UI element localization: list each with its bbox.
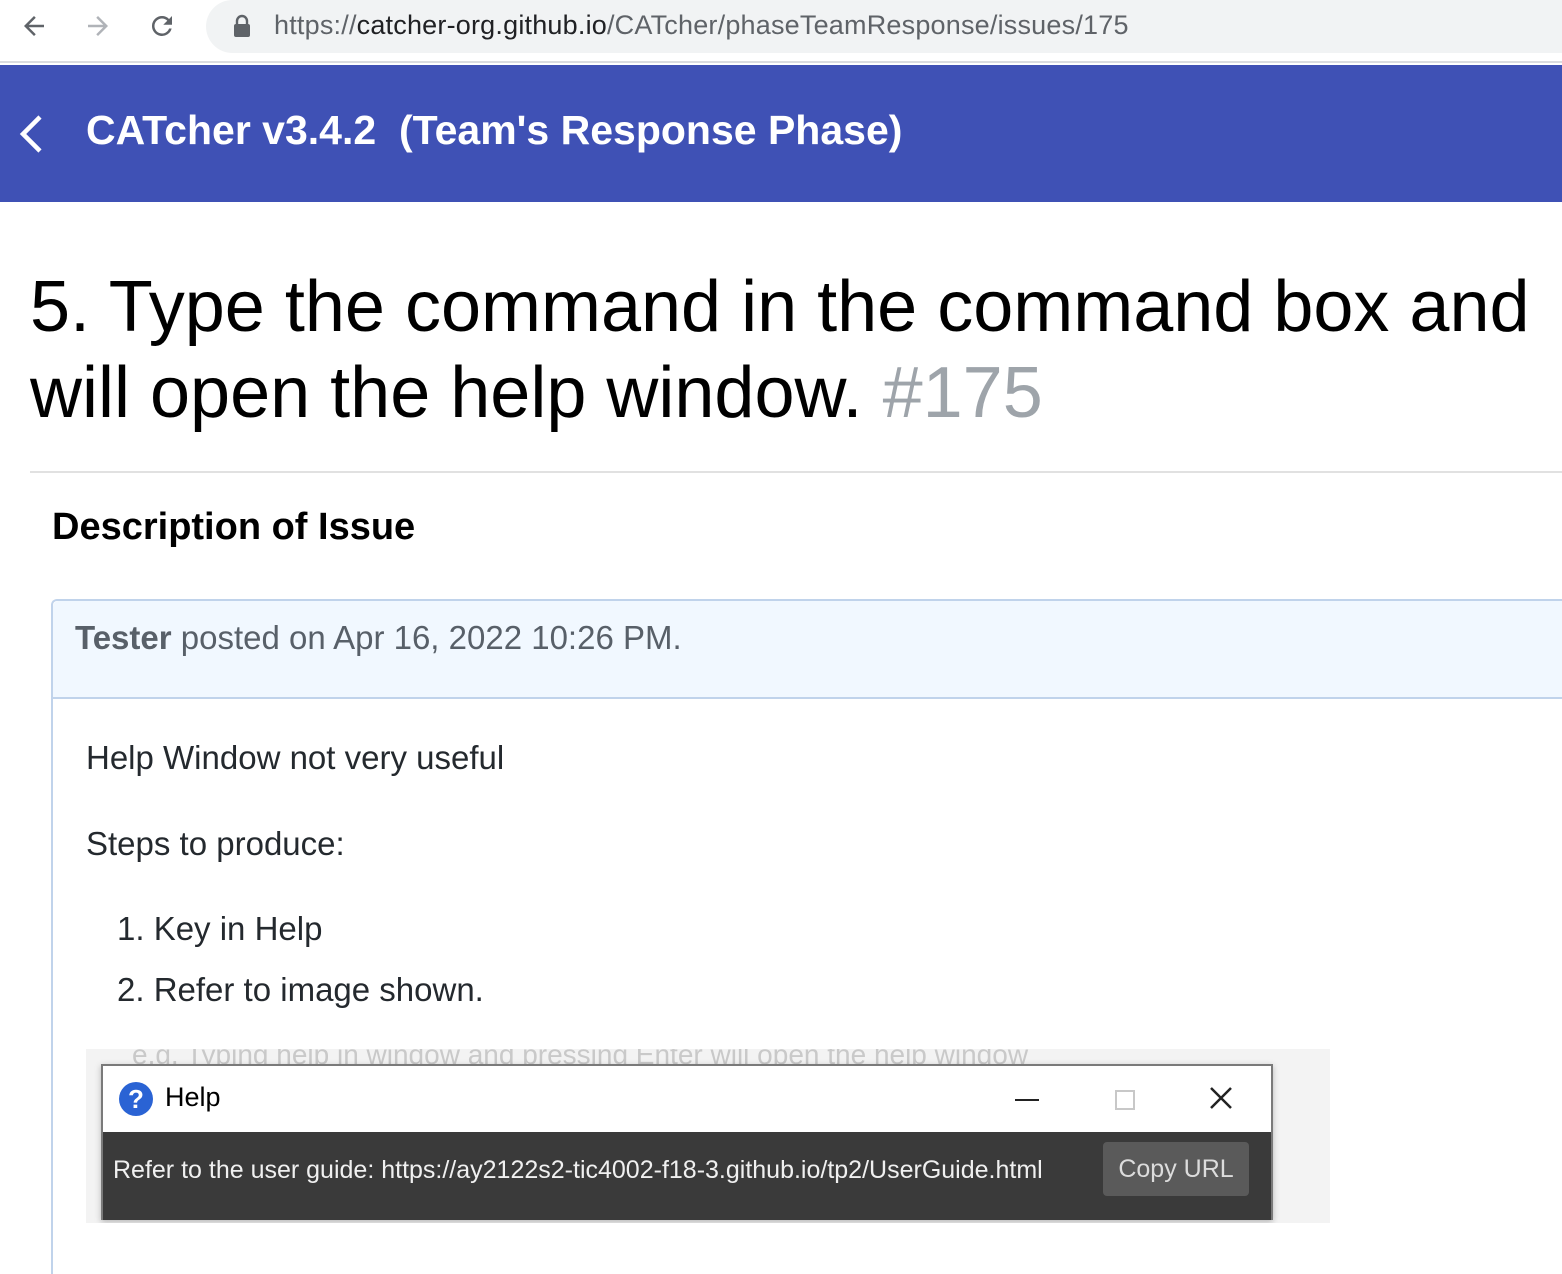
- browser-toolbar: https://catcher-org.github.io/CATcher/ph…: [0, 0, 1562, 63]
- chevron-left-icon[interactable]: [14, 111, 50, 157]
- maximize-icon: [1107, 1082, 1143, 1118]
- help-window-content: Refer to the user guide: https://ay2122s…: [103, 1132, 1271, 1220]
- help-window-titlebar: ? Help: [103, 1066, 1271, 1132]
- browser-forward-button[interactable]: [78, 6, 118, 46]
- url-scheme: https://: [274, 10, 357, 40]
- help-window-text: Refer to the user guide: https://ay2122s…: [113, 1156, 1043, 1184]
- lock-icon: [234, 14, 250, 37]
- url-path: /CATcher/phaseTeamResponse/issues/175: [606, 10, 1129, 40]
- list-item: 2. Refer to image shown.: [117, 971, 484, 1008]
- arrow-right-icon: [88, 16, 108, 36]
- copy-url-button: Copy URL: [1103, 1142, 1249, 1196]
- help-window-title: Help: [165, 1082, 221, 1112]
- comment-paragraph: Steps to produce:: [86, 825, 345, 862]
- section-heading: Description of Issue: [52, 506, 416, 548]
- issue-title-line-1: 5. Type the command in the command box a…: [30, 267, 1530, 347]
- app-header: CATcher v3.4.2 (Team's Response Phase): [0, 65, 1562, 202]
- embedded-screenshot: e.g. Typing help in window and pressing …: [86, 1049, 1330, 1223]
- url-host: catcher-org.github.io: [356, 10, 607, 40]
- comment-header: Tester posted on Apr 16, 2022 10:26 PM.: [53, 601, 1562, 699]
- issue-title-text: will open the help window.: [30, 353, 863, 433]
- comment-paragraph: Help Window not very useful: [86, 739, 505, 776]
- app-title: CATcher v3.4.2 (Team's Response Phase): [86, 107, 903, 153]
- help-question-icon: ?: [119, 1082, 153, 1116]
- reload-icon: [151, 15, 172, 36]
- help-window: ? Help Refer to the user guide: https://…: [101, 1064, 1273, 1220]
- arrow-left-icon: [24, 16, 44, 36]
- url-text: https://catcher-org.github.io/CATcher/ph…: [274, 10, 1129, 41]
- issue-title-line-2: will open the help window. #175: [30, 350, 1562, 436]
- steps-list: 1. Key in Help 2. Refer to image shown.: [117, 910, 484, 1032]
- browser-back-button[interactable]: [14, 6, 54, 46]
- comment-author: Tester: [75, 619, 172, 656]
- issue-number: #175: [882, 353, 1043, 433]
- minimize-icon: [1009, 1080, 1045, 1116]
- comment-meta: Tester posted on Apr 16, 2022 10:26 PM.: [75, 619, 682, 657]
- title-divider: [30, 471, 1562, 473]
- close-icon: [1210, 1087, 1232, 1109]
- list-item: 1. Key in Help: [117, 910, 323, 947]
- comment-posted-text: posted on Apr 16, 2022 10:26 PM.: [171, 619, 682, 656]
- address-bar[interactable]: https://catcher-org.github.io/CATcher/ph…: [206, 0, 1562, 53]
- issue-title: 5. Type the command in the command box a…: [30, 264, 1562, 436]
- issue-comment: Tester posted on Apr 16, 2022 10:26 PM. …: [51, 599, 1562, 1274]
- browser-reload-button[interactable]: [142, 6, 182, 46]
